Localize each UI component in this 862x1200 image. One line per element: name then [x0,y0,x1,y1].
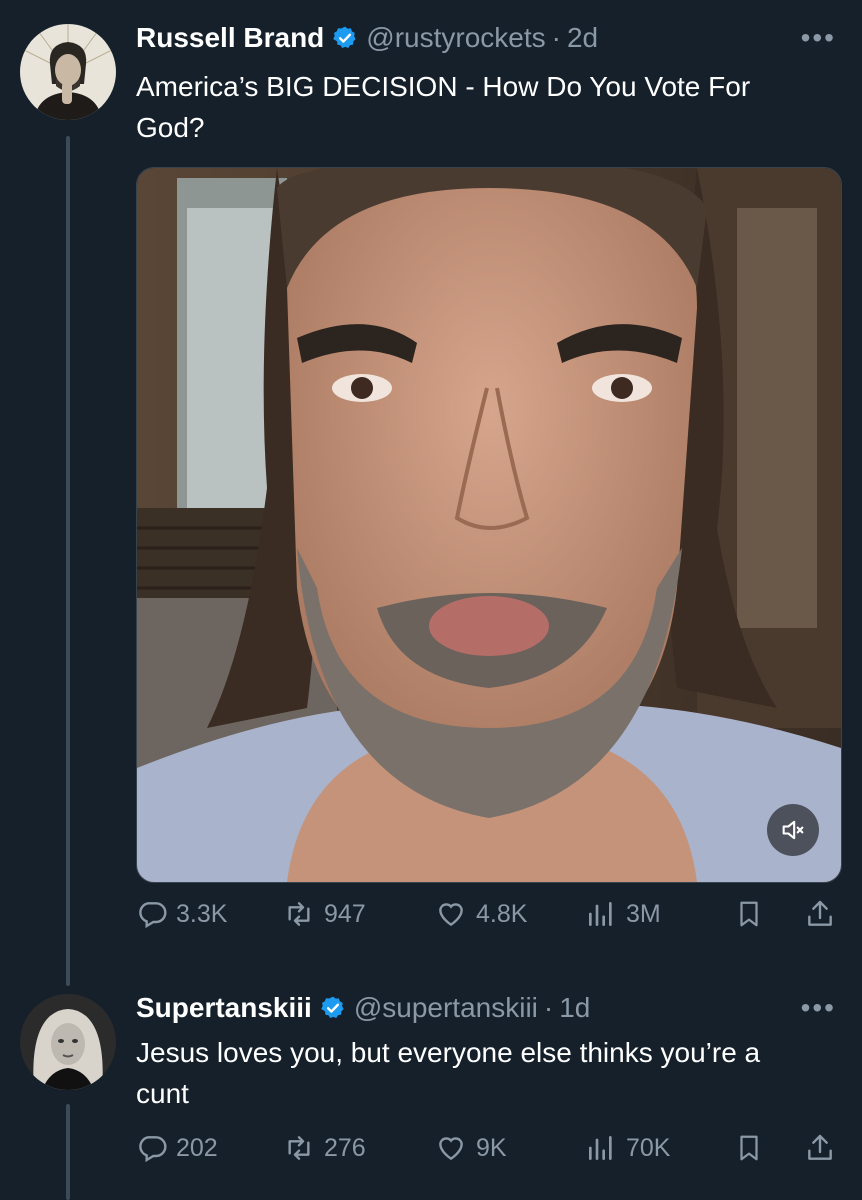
reply-button[interactable]: 202 [136,1132,218,1164]
bookmark-button[interactable] [734,1132,772,1164]
tweet-timestamp[interactable]: 1d [559,992,590,1024]
share-button[interactable] [804,898,844,930]
reply-icon [139,902,167,929]
like-count: 9K [476,1133,507,1162]
author-name[interactable]: Supertanskiii [136,992,312,1024]
retweet-button[interactable]: 947 [282,898,366,930]
author-handle[interactable]: @rustyrockets [366,22,545,54]
avatar-russell-brand[interactable] [20,24,116,120]
retweet-icon [288,902,310,926]
author-handle[interactable]: @supertanskiii [354,992,538,1024]
tweet-video[interactable] [136,167,842,883]
tweet-1[interactable]: Russell Brand @rustyrockets · 2d ••• Ame… [0,0,862,990]
retweet-icon [288,1136,310,1160]
like-button[interactable]: 4.8K [434,898,527,930]
tweet-header: Supertanskiii @supertanskiii · 1d [136,992,590,1024]
heart-icon [439,1137,463,1161]
views-count: 3M [626,899,661,928]
retweet-count: 276 [324,1133,366,1162]
more-options-icon[interactable]: ••• [801,992,836,1024]
author-name[interactable]: Russell Brand [136,22,324,54]
views-button[interactable]: 3M [584,898,661,930]
tweet-actions: 3.3K 947 4.8K 3M [136,898,840,938]
more-options-icon[interactable]: ••• [801,22,836,54]
thread-connector-line [66,136,70,986]
bookmark-button[interactable] [734,898,772,930]
thread-connector-line [66,1104,70,1200]
reply-count: 202 [176,1133,218,1162]
reply-button[interactable]: 3.3K [136,898,227,930]
retweet-count: 947 [324,899,366,928]
share-button[interactable] [804,1132,844,1164]
views-button[interactable]: 70K [584,1132,670,1164]
separator-dot: · [551,22,561,53]
verified-badge-icon [332,25,358,51]
tweet-text: America’s BIG DECISION - How Do You Vote… [136,71,751,143]
tweet-2[interactable]: Supertanskiii @supertanskiii · 1d ••• Je… [0,990,862,1200]
views-count: 70K [626,1133,671,1162]
like-count: 4.8K [476,899,528,928]
tweet-timestamp[interactable]: 2d [567,22,598,54]
tweet-text: Jesus loves you, but everyone else think… [136,1037,761,1109]
reply-count: 3.3K [176,899,228,928]
share-icon [808,1134,832,1160]
like-button[interactable]: 9K [434,1132,507,1164]
tweet-header: Russell Brand @rustyrockets · 2d [136,22,598,54]
bookmark-icon [740,1135,758,1161]
heart-icon [439,903,463,927]
reply-icon [139,1136,167,1163]
tweet-actions: 202 276 9K 70K [136,1132,840,1172]
avatar-supertanskiii[interactable] [20,994,116,1090]
views-icon [589,1136,612,1160]
retweet-button[interactable]: 276 [282,1132,366,1164]
mute-icon[interactable] [767,804,819,856]
verified-badge-icon [320,995,346,1021]
separator-dot: · [543,992,554,1023]
bookmark-icon [740,901,758,927]
share-icon [808,900,832,926]
views-icon [589,902,612,926]
